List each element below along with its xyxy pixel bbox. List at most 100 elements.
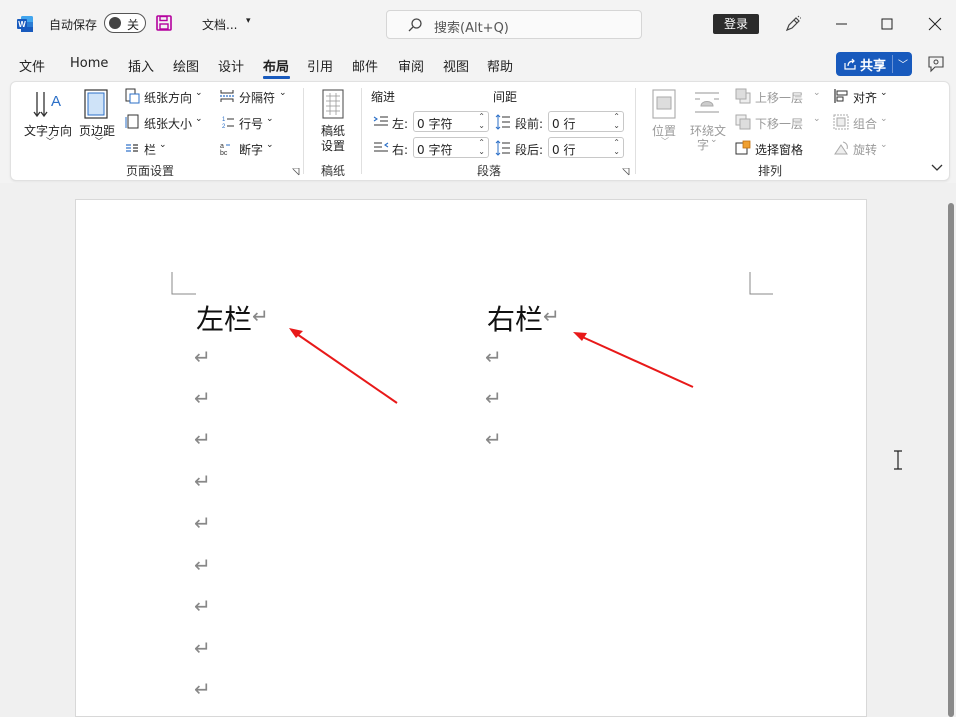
svg-text:A: A	[51, 93, 61, 110]
tab-design[interactable]: 设计	[218, 56, 244, 75]
tab-review[interactable]: 审阅	[398, 56, 424, 75]
dialog-launcher-icon[interactable]	[292, 168, 300, 176]
manuscript-button-line2[interactable]: 设置	[321, 137, 345, 154]
document-title[interactable]: 文档...	[202, 16, 237, 33]
tab-home[interactable]: Home	[70, 56, 108, 71]
share-divider	[892, 55, 893, 73]
tab-view[interactable]: 视图	[443, 56, 469, 75]
tab-insert[interactable]: 插入	[128, 56, 154, 75]
spinner-arrows-icon[interactable]: ⌃ ⌄	[478, 138, 485, 156]
breaks-icon	[220, 90, 234, 102]
paragraph-mark: ↵	[194, 386, 211, 410]
spinner-arrows-icon[interactable]: ⌃ ⌄	[478, 112, 485, 130]
indent-right-spinner[interactable]: 0 字符 ⌃ ⌄	[413, 137, 489, 158]
minimize-icon[interactable]	[832, 14, 852, 34]
tab-layout[interactable]: 布局	[263, 56, 289, 75]
chevron-down-icon[interactable]: ⌄	[880, 114, 888, 124]
search-input[interactable]: 搜索(Alt+Q)	[386, 10, 642, 39]
rotate-button[interactable]: 旋转	[853, 141, 877, 158]
paragraph-mark: ↵	[543, 304, 560, 328]
spinner-arrows-icon[interactable]: ⌃ ⌄	[613, 138, 620, 156]
ribbon-tabs: 文件 Home 插入 绘图 设计 布局 引用 邮件 审阅 视图 帮助	[0, 48, 956, 80]
document-page[interactable]: 左栏 ↵ ↵ ↵ ↵ ↵ ↵ ↵ ↵ ↵ ↵ 右栏 ↵ ↵ ↵ ↵	[75, 199, 867, 717]
chevron-down-icon[interactable]: ⌄	[880, 140, 888, 150]
line-numbers-icon: 1 2	[222, 117, 234, 130]
tab-draw[interactable]: 绘图	[173, 56, 199, 75]
chevron-down-icon[interactable]: ⌄	[279, 88, 287, 98]
chevron-down-icon[interactable]: ﹀	[46, 136, 54, 147]
chevron-down-icon[interactable]: ▾	[246, 16, 251, 26]
toggle-knob	[109, 17, 121, 29]
chevron-down-icon[interactable]: ⌄	[813, 88, 821, 98]
selection-pane-button[interactable]: 选择窗格	[755, 141, 803, 158]
wrap-text-icon	[695, 92, 719, 113]
indent-left-label: 左:	[392, 117, 409, 131]
spacing-before-label: 段前:	[515, 117, 544, 131]
chevron-down-icon[interactable]: ﹀	[95, 136, 103, 147]
chevron-down-icon[interactable]: ⌄	[266, 114, 274, 124]
paragraph-mark: ↵	[194, 511, 211, 535]
chevron-down-icon[interactable]: ⌄	[880, 88, 888, 98]
paragraph-mark: ↵	[194, 594, 211, 618]
group-button[interactable]: 组合	[853, 115, 877, 132]
hyphenation-button[interactable]: 断字	[239, 141, 263, 158]
right-column-heading[interactable]: 右栏	[487, 298, 543, 338]
chevron-down-icon[interactable]: ﹀	[661, 136, 669, 147]
chevron-down-icon[interactable]: ⌄	[710, 135, 718, 145]
designer-pen-icon[interactable]	[784, 15, 802, 33]
indent-right-label: 右:	[392, 143, 409, 157]
send-backward-button[interactable]: 下移一层	[755, 115, 803, 132]
tab-references[interactable]: 引用	[307, 56, 333, 75]
hyphenation-icon: a bc	[220, 143, 230, 156]
share-button[interactable]: 共享 ﹀	[836, 52, 912, 76]
tab-file[interactable]: 文件	[19, 56, 45, 75]
send-backward-icon	[735, 114, 751, 130]
spacing-before-spinner[interactable]: 0 行 ⌃ ⌄	[548, 111, 624, 132]
save-icon[interactable]	[156, 15, 172, 31]
group-divider	[361, 88, 362, 174]
wrap-text-button-line2[interactable]: 字	[697, 136, 709, 153]
paragraph-mark: ↵	[485, 427, 502, 451]
chevron-down-icon[interactable]: ⌄	[813, 114, 821, 124]
orientation-button[interactable]: 纸张方向	[144, 89, 192, 106]
manuscript-icon	[322, 89, 344, 119]
autosave-toggle[interactable]: 关	[104, 13, 146, 33]
manuscript-group-label: 稿纸	[321, 164, 346, 178]
close-icon[interactable]	[925, 14, 945, 34]
chevron-down-icon[interactable]: ⌄	[195, 114, 203, 124]
bring-forward-button[interactable]: 上移一层	[755, 89, 803, 106]
chevron-down-icon[interactable]: ⌄	[159, 140, 167, 150]
paragraph-mark: ↵	[194, 636, 211, 660]
chevron-down-icon[interactable]: ﹀	[898, 56, 908, 71]
tab-help[interactable]: 帮助	[487, 56, 513, 75]
paragraph-mark: ↵	[194, 553, 211, 577]
columns-icon	[126, 144, 138, 152]
spinner-arrows-icon[interactable]: ⌃ ⌄	[613, 112, 620, 130]
paragraph-mark: ↵	[485, 386, 502, 410]
group-divider	[303, 88, 304, 174]
tab-mailings[interactable]: 邮件	[352, 56, 378, 75]
comments-icon[interactable]	[926, 54, 946, 74]
breaks-button[interactable]: 分隔符	[239, 89, 275, 106]
indent-left-spinner[interactable]: 0 字符 ⌃ ⌄	[413, 111, 489, 132]
arrange-group-label: 排列	[758, 164, 783, 178]
maximize-icon[interactable]	[877, 14, 897, 34]
align-button[interactable]: 对齐	[853, 89, 877, 106]
active-tab-indicator	[263, 76, 290, 79]
chevron-down-icon[interactable]: ⌄	[195, 88, 203, 98]
spacing-after-spinner[interactable]: 0 行 ⌃ ⌄	[548, 137, 624, 158]
indent-right-value: 0 字符	[417, 143, 453, 157]
indent-header: 缩进	[371, 90, 396, 104]
size-icon	[125, 114, 139, 129]
collapse-ribbon-icon[interactable]	[931, 164, 943, 172]
scrollbar-thumb[interactable]	[948, 203, 954, 717]
chevron-down-icon[interactable]: ⌄	[266, 140, 274, 150]
columns-button[interactable]: 栏	[144, 141, 156, 158]
size-button[interactable]: 纸张大小	[144, 115, 192, 132]
line-numbers-button[interactable]: 行号	[239, 115, 263, 132]
rotate-icon	[834, 141, 848, 155]
login-button[interactable]: 登录	[713, 14, 759, 34]
left-column-heading[interactable]: 左栏	[196, 298, 252, 338]
svg-text:2: 2	[222, 124, 226, 130]
dialog-launcher-icon[interactable]	[622, 168, 630, 176]
